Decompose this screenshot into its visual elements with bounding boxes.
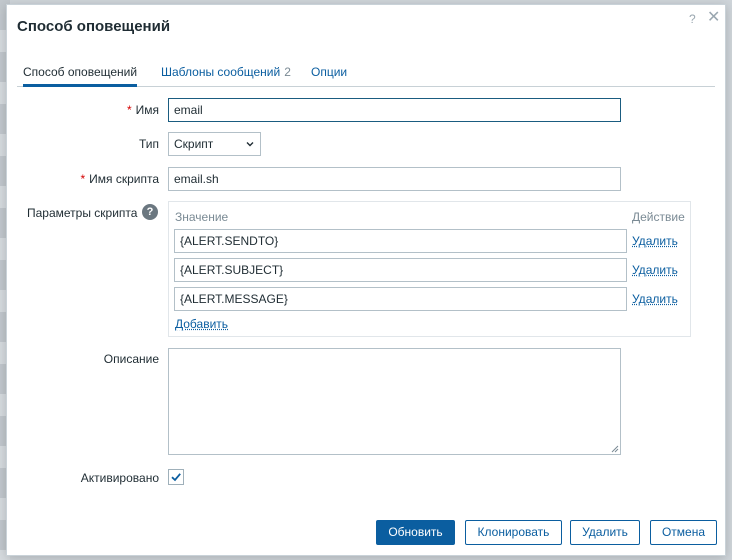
- name-label-text: Имя: [135, 103, 159, 117]
- tab-count-badge: 2: [284, 65, 291, 79]
- cancel-button[interactable]: Отмена: [650, 520, 717, 545]
- type-select[interactable]: Скрипт: [168, 132, 261, 156]
- name-input[interactable]: email: [168, 98, 621, 122]
- tab-label: Шаблоны сообщений: [161, 65, 281, 79]
- required-mark: *: [80, 172, 86, 186]
- type-label: Тип: [138, 137, 159, 151]
- script-params-table: Значение Действие {ALERT.SENDTO} Удалить…: [168, 201, 691, 337]
- help-icon[interactable]: ?: [689, 12, 696, 26]
- script-param-input[interactable]: {ALERT.SUBJECT}: [174, 258, 627, 282]
- resize-grip-icon[interactable]: [611, 445, 619, 453]
- column-header-action: Действие: [632, 210, 685, 224]
- media-type-dialog: Способ оповещений ? ✕ Способ оповещений …: [6, 4, 726, 556]
- tab-label: Способ оповещений: [23, 65, 138, 79]
- add-param-link[interactable]: Добавить: [175, 317, 228, 331]
- remove-param-link[interactable]: Удалить: [632, 292, 678, 306]
- script-name-input[interactable]: email.sh: [168, 167, 621, 191]
- script-param-input[interactable]: {ALERT.SENDTO}: [174, 229, 627, 253]
- description-textarea[interactable]: [168, 348, 621, 455]
- chevron-down-icon: [246, 142, 254, 147]
- tab-label: Опции: [311, 65, 348, 79]
- required-mark: *: [126, 103, 132, 117]
- script-params-help-icon[interactable]: ?: [142, 204, 158, 220]
- type-select-value: Скрипт: [174, 137, 214, 151]
- enabled-label: Активировано: [80, 471, 159, 485]
- tab-message-templates[interactable]: Шаблоны сообщений 2: [161, 62, 291, 87]
- checkmark-icon: [171, 473, 181, 482]
- remove-param-link[interactable]: Удалить: [632, 263, 678, 277]
- script-name-label-text: Имя скрипта: [89, 172, 159, 186]
- update-button[interactable]: Обновить: [376, 520, 455, 545]
- tab-media-type[interactable]: Способ оповещений: [23, 62, 138, 87]
- close-icon[interactable]: ✕: [707, 10, 720, 26]
- name-label: * Имя: [47, 103, 159, 117]
- script-params-label: Параметры скрипта: [27, 206, 138, 220]
- tab-options[interactable]: Опции: [311, 62, 347, 87]
- dialog-title: Способ оповещений: [17, 18, 171, 35]
- tab-bar: Способ оповещений Шаблоны сообщений 2 Опц…: [17, 62, 715, 87]
- script-param-input[interactable]: {ALERT.MESSAGE}: [174, 287, 627, 311]
- enabled-checkbox[interactable]: [168, 469, 184, 485]
- column-header-value: Значение: [175, 210, 229, 224]
- remove-param-link[interactable]: Удалить: [632, 234, 678, 248]
- script-name-label: * Имя скрипта: [37, 172, 159, 186]
- clone-button[interactable]: Клонировать: [465, 520, 562, 545]
- description-label: Описание: [103, 352, 159, 366]
- delete-button[interactable]: Удалить: [570, 520, 640, 545]
